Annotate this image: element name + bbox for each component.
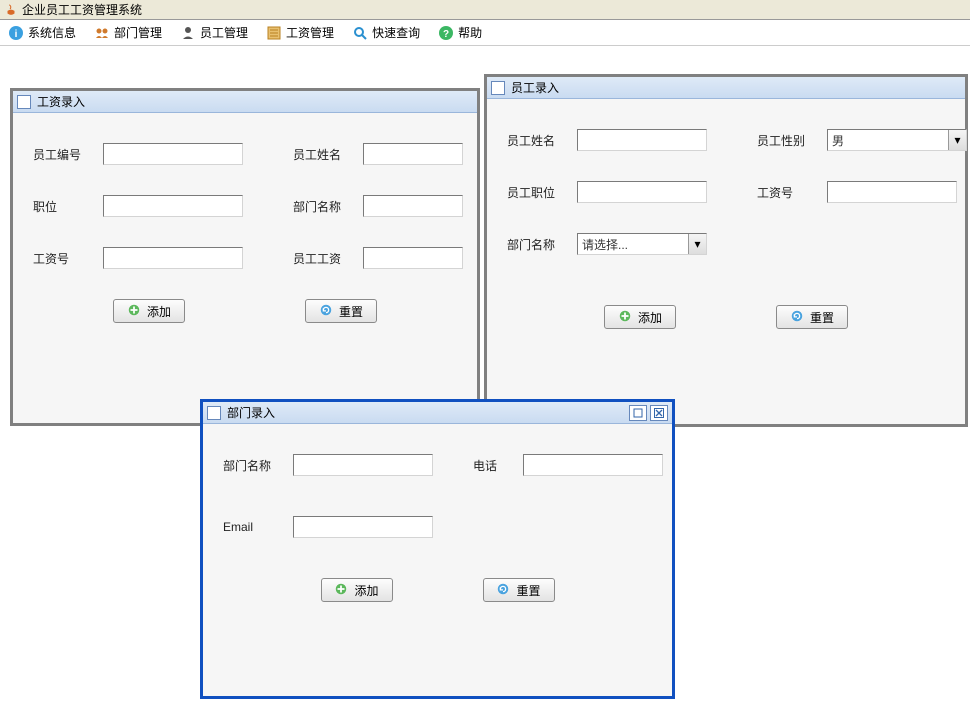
svg-text:i: i [15, 29, 18, 40]
label-emp-name2: 员工姓名 [507, 132, 567, 149]
maximize-button[interactable] [629, 405, 647, 421]
menu-bar: i 系统信息 部门管理 员工管理 工资管理 快速查询 ? 帮助 [0, 20, 970, 46]
input-email[interactable] [293, 516, 433, 538]
window-icon [207, 406, 221, 420]
input-emp-id[interactable] [103, 143, 243, 165]
chevron-down-icon[interactable]: ▾ [688, 234, 706, 254]
label-emp-id: 员工编号 [33, 146, 93, 163]
reset-icon [790, 309, 806, 325]
label-email: Email [223, 520, 283, 534]
label-salary-id: 工资号 [33, 250, 93, 267]
people-icon [94, 25, 110, 41]
add-button[interactable]: 添加 [604, 305, 676, 329]
window-dept-entry: 部门录入 部门名称 电话 [200, 399, 675, 699]
combo-dept[interactable]: 请选择... ▾ [577, 233, 707, 255]
help-icon: ? [438, 25, 454, 41]
reset-button-label: 重置 [339, 303, 363, 320]
menu-help-label: 帮助 [458, 24, 482, 41]
window-salary-title: 工资录入 [37, 93, 85, 110]
person-icon [180, 25, 196, 41]
input-salary-id[interactable] [103, 247, 243, 269]
label-emp-position: 员工职位 [507, 184, 567, 201]
label-emp-salary: 员工工资 [293, 250, 353, 267]
label-emp-name: 员工姓名 [293, 146, 353, 163]
input-salary-id2[interactable] [827, 181, 957, 203]
add-button[interactable]: 添加 [113, 299, 185, 323]
input-dept-name[interactable] [363, 195, 463, 217]
combo-emp-gender[interactable]: 男 ▾ [827, 129, 967, 151]
app-title: 企业员工工资管理系统 [22, 1, 142, 18]
window-icon [17, 95, 31, 109]
reset-button-label: 重置 [810, 309, 834, 326]
window-salary-titlebar[interactable]: 工资录入 [13, 91, 477, 113]
label-dept-name2: 部门名称 [507, 236, 567, 253]
list-icon [266, 25, 282, 41]
menu-salary-mgmt-label: 工资管理 [286, 24, 334, 41]
menu-system-info[interactable]: i 系统信息 [4, 22, 80, 43]
plus-icon [618, 309, 634, 325]
input-dept-name3[interactable] [293, 454, 433, 476]
window-dept-titlebar[interactable]: 部门录入 [203, 402, 672, 424]
window-emp-body: 员工姓名 员工性别 男 ▾ 员工职位 工资号 [487, 99, 965, 349]
label-dept-name3: 部门名称 [223, 457, 283, 474]
label-phone: 电话 [473, 457, 513, 474]
input-emp-salary[interactable] [363, 247, 463, 269]
combo-dept-value: 请选择... [578, 236, 688, 253]
chevron-down-icon[interactable]: ▾ [948, 130, 966, 150]
add-button-label: 添加 [354, 582, 378, 599]
plus-icon [127, 303, 143, 319]
label-dept-name: 部门名称 [293, 198, 353, 215]
java-cup-icon [4, 3, 18, 17]
window-dept-body: 部门名称 电话 Email 添加 [203, 424, 672, 622]
label-salary-id2: 工资号 [757, 184, 817, 201]
mdi-desktop: 工资录入 员工编号 员工姓名 职位 部门名称 [0, 46, 970, 702]
reset-button[interactable]: 重置 [776, 305, 848, 329]
menu-system-info-label: 系统信息 [28, 24, 76, 41]
window-salary-body: 员工编号 员工姓名 职位 部门名称 [13, 113, 477, 343]
label-emp-gender: 员工性别 [757, 132, 817, 149]
input-emp-position[interactable] [577, 181, 707, 203]
reset-button[interactable]: 重置 [483, 578, 555, 602]
info-icon: i [8, 25, 24, 41]
input-position[interactable] [103, 195, 243, 217]
svg-text:?: ? [443, 29, 449, 40]
menu-quick-query-label: 快速查询 [372, 24, 420, 41]
close-button[interactable] [650, 405, 668, 421]
window-emp-title: 员工录入 [511, 79, 559, 96]
reset-icon [496, 582, 512, 598]
menu-dept-mgmt-label: 部门管理 [114, 24, 162, 41]
menu-dept-mgmt[interactable]: 部门管理 [90, 22, 166, 43]
combo-emp-gender-value: 男 [828, 132, 948, 149]
window-dept-title: 部门录入 [227, 404, 275, 421]
add-button[interactable]: 添加 [321, 578, 393, 602]
add-button-label: 添加 [638, 309, 662, 326]
menu-emp-mgmt[interactable]: 员工管理 [176, 22, 252, 43]
menu-quick-query[interactable]: 快速查询 [348, 22, 424, 43]
app-title-bar: 企业员工工资管理系统 [0, 0, 970, 20]
reset-icon [319, 303, 335, 319]
add-button-label: 添加 [147, 303, 171, 320]
label-position: 职位 [33, 198, 93, 215]
input-emp-name[interactable] [363, 143, 463, 165]
menu-salary-mgmt[interactable]: 工资管理 [262, 22, 338, 43]
menu-help[interactable]: ? 帮助 [434, 22, 486, 43]
plus-icon [334, 582, 350, 598]
menu-emp-mgmt-label: 员工管理 [200, 24, 248, 41]
window-emp-titlebar[interactable]: 员工录入 [487, 77, 965, 99]
reset-button-label: 重置 [516, 582, 540, 599]
window-salary-entry: 工资录入 员工编号 员工姓名 职位 部门名称 [10, 88, 480, 426]
input-emp-name2[interactable] [577, 129, 707, 151]
input-phone[interactable] [523, 454, 663, 476]
window-icon [491, 81, 505, 95]
window-emp-entry: 员工录入 员工姓名 员工性别 男 ▾ 员工职位 [484, 74, 968, 427]
reset-button[interactable]: 重置 [305, 299, 377, 323]
search-icon [352, 25, 368, 41]
